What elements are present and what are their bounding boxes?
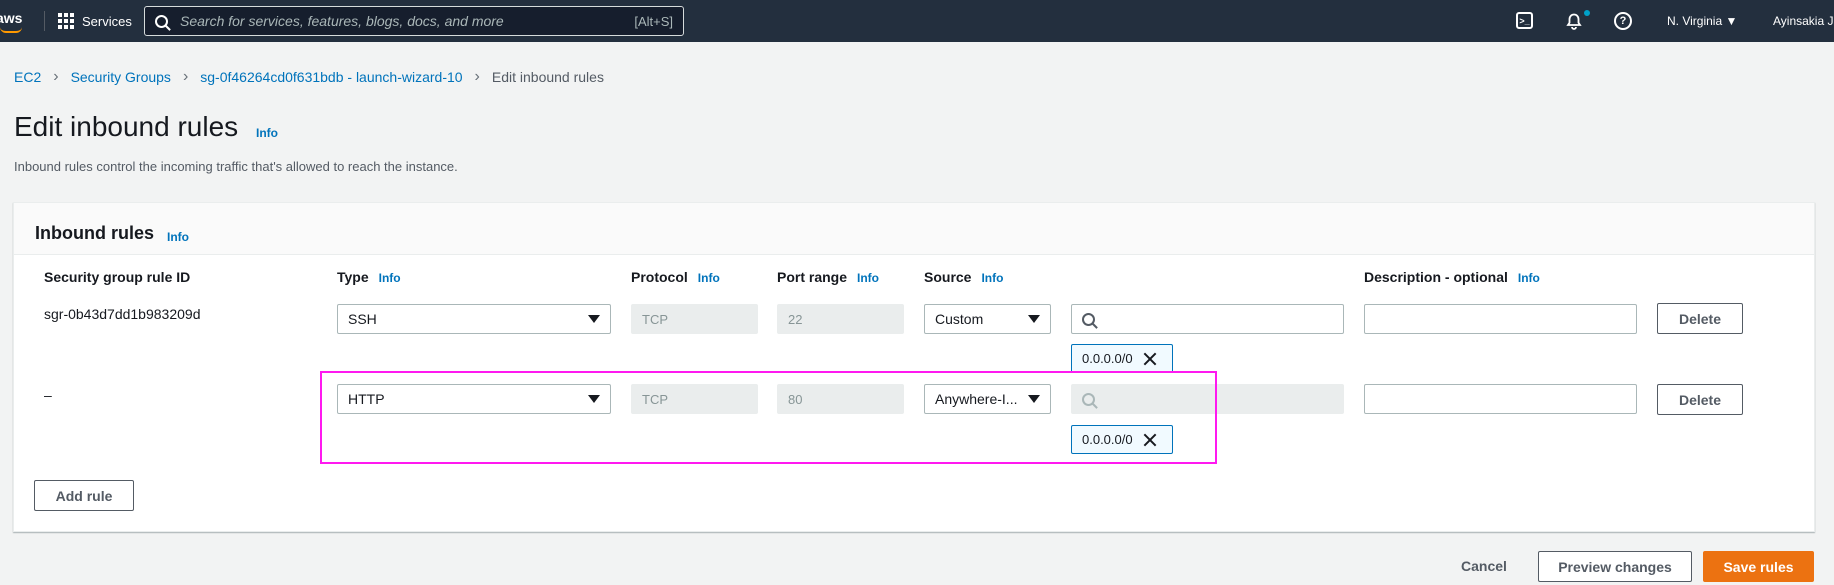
title-info-link[interactable]: Info bbox=[256, 126, 278, 140]
help-icon[interactable]: ? bbox=[1614, 12, 1632, 30]
grid-icon bbox=[58, 13, 74, 29]
preview-changes-button[interactable]: Preview changes bbox=[1538, 551, 1692, 582]
port-range-field: 22 bbox=[777, 304, 904, 334]
token-label: 0.0.0.0/0 bbox=[1082, 351, 1133, 366]
cidr-search-input[interactable] bbox=[1071, 304, 1344, 334]
region-selector[interactable]: N. Virginia ▼ bbox=[1667, 14, 1737, 28]
page-title: Edit inbound rules bbox=[14, 111, 239, 142]
panel-title: Inbound rules bbox=[35, 223, 154, 243]
breadcrumb-security-group[interactable]: sg-0f46264cd0f631bdb - launch-wizard-10 bbox=[200, 69, 462, 85]
column-label: Protocol bbox=[631, 269, 688, 285]
delete-button[interactable]: Delete bbox=[1657, 384, 1743, 415]
cloudshell-icon[interactable]: >_ bbox=[1516, 12, 1533, 29]
source-type-select[interactable]: Custom bbox=[924, 304, 1051, 334]
select-value: Custom bbox=[935, 311, 984, 327]
breadcrumb-ec2[interactable]: EC2 bbox=[14, 69, 41, 85]
column-label: Port range bbox=[777, 269, 848, 285]
column-header-description: Description - optional Info bbox=[1364, 269, 1540, 285]
nav-divider bbox=[44, 11, 45, 31]
search-placeholder: Search for services, features, blogs, do… bbox=[180, 13, 504, 29]
column-header-source: Source Info bbox=[924, 269, 1003, 285]
column-header-port-range: Port range Info bbox=[777, 269, 879, 285]
column-header-type: Type Info bbox=[337, 269, 401, 285]
breadcrumb-security-groups[interactable]: Security Groups bbox=[71, 69, 171, 85]
add-rule-button[interactable]: Add rule bbox=[34, 480, 134, 511]
cancel-button[interactable]: Cancel bbox=[1461, 558, 1507, 574]
breadcrumb: EC2 › Security Groups › sg-0f46264cd0f63… bbox=[14, 68, 604, 86]
aws-logo-text: aws bbox=[0, 10, 23, 26]
services-label: Services bbox=[82, 13, 132, 29]
description-info-link[interactable]: Info bbox=[1518, 271, 1540, 285]
description-field[interactable] bbox=[1364, 304, 1637, 334]
column-label: Security group rule ID bbox=[44, 269, 191, 285]
protocol-field: TCP bbox=[631, 304, 758, 334]
cidr-token: 0.0.0.0/0 bbox=[1071, 344, 1173, 373]
column-label: Type bbox=[337, 269, 369, 285]
chevron-right-icon: › bbox=[182, 68, 189, 85]
rule-type-select[interactable]: SSH bbox=[337, 304, 611, 334]
column-header-rule-id: Security group rule ID bbox=[44, 269, 190, 285]
panel-info-link[interactable]: Info bbox=[167, 230, 189, 244]
select-value: SSH bbox=[348, 311, 377, 327]
panel-header: Inbound rules Info bbox=[14, 203, 1814, 255]
highlight-box bbox=[320, 371, 1217, 464]
rule-id: – bbox=[44, 387, 52, 403]
column-label: Source bbox=[924, 269, 972, 285]
top-navigation: aws Services Search for services, featur… bbox=[0, 0, 1834, 42]
search-shortcut: [Alt+S] bbox=[634, 13, 673, 29]
bell-icon[interactable] bbox=[1564, 11, 1584, 31]
caret-down-icon bbox=[588, 315, 600, 323]
chevron-right-icon: › bbox=[474, 68, 480, 85]
close-icon[interactable] bbox=[1143, 352, 1157, 366]
column-header-protocol: Protocol Info bbox=[631, 269, 720, 285]
notification-dot bbox=[1584, 10, 1590, 16]
type-info-link[interactable]: Info bbox=[379, 271, 401, 285]
account-menu[interactable]: Ayinsakia J bbox=[1773, 14, 1833, 28]
global-search-input[interactable]: Search for services, features, blogs, do… bbox=[144, 6, 684, 36]
delete-button[interactable]: Delete bbox=[1657, 303, 1743, 334]
search-icon bbox=[155, 14, 168, 28]
port-range-info-link[interactable]: Info bbox=[857, 271, 879, 285]
chevron-right-icon: › bbox=[53, 68, 59, 85]
inbound-rules-panel: Inbound rules Info bbox=[13, 202, 1815, 532]
protocol-info-link[interactable]: Info bbox=[698, 271, 720, 285]
aws-logo[interactable]: aws bbox=[0, 9, 28, 33]
description-field[interactable] bbox=[1364, 384, 1637, 414]
page-description: Inbound rules control the incoming traff… bbox=[14, 159, 458, 174]
search-icon bbox=[1082, 312, 1095, 326]
rule-id: sgr-0b43d7dd1b983209d bbox=[44, 306, 201, 322]
caret-down-icon bbox=[1028, 315, 1040, 323]
save-rules-button[interactable]: Save rules bbox=[1703, 551, 1814, 582]
source-info-link[interactable]: Info bbox=[981, 271, 1003, 285]
column-label: Description - optional bbox=[1364, 269, 1508, 285]
aws-smile-icon bbox=[0, 27, 22, 33]
breadcrumb-current: Edit inbound rules bbox=[491, 69, 604, 85]
services-menu-button[interactable]: Services bbox=[58, 10, 132, 32]
